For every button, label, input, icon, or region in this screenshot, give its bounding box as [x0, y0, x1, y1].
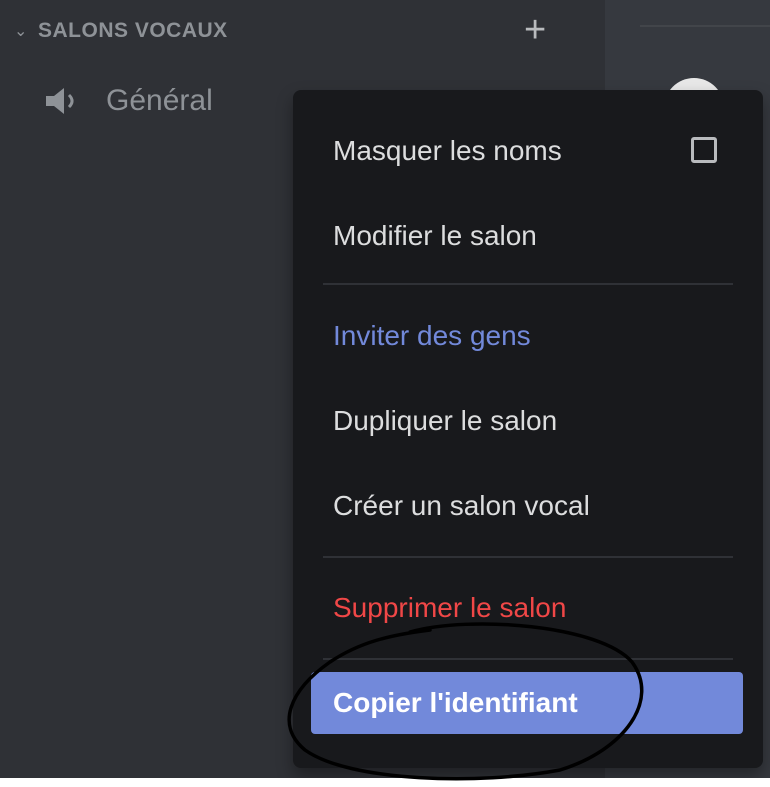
menu-separator: [323, 556, 733, 558]
category-title: SALONS VOCAUX: [38, 19, 228, 42]
menu-item-label: Dupliquer le salon: [333, 405, 558, 436]
menu-item-label: Supprimer le salon: [333, 592, 567, 623]
menu-item-label: Créer un salon vocal: [333, 490, 590, 521]
header-divider: [640, 25, 770, 27]
hide-names-checkbox[interactable]: [691, 137, 717, 163]
menu-item-copy-id[interactable]: Copier l'identifiant: [311, 672, 743, 734]
menu-item-label: Masquer les noms: [333, 135, 562, 166]
menu-item-delete-channel[interactable]: Supprimer le salon: [311, 577, 743, 639]
speaker-icon: [46, 88, 74, 114]
app-window: ⌄ SALONS VOCAUX + Général Masquer les no…: [0, 0, 770, 778]
context-menu: Masquer les noms Modifier le salon Invit…: [293, 90, 763, 768]
menu-item-label: Inviter des gens: [333, 320, 531, 351]
plus-icon[interactable]: +: [524, 10, 546, 50]
menu-item-label: Modifier le salon: [333, 220, 537, 251]
chevron-down-icon[interactable]: ⌄: [14, 21, 38, 41]
menu-item-invite-people[interactable]: Inviter des gens: [311, 305, 743, 367]
voice-category-header[interactable]: ⌄ SALONS VOCAUX +: [14, 10, 574, 50]
menu-separator: [323, 283, 733, 285]
menu-item-hide-names[interactable]: Masquer les noms: [311, 120, 743, 182]
menu-separator: [323, 658, 733, 660]
menu-item-create-voice-channel[interactable]: Créer un salon vocal: [311, 475, 743, 537]
menu-item-label: Copier l'identifiant: [333, 687, 578, 718]
menu-item-duplicate-channel[interactable]: Dupliquer le salon: [311, 390, 743, 452]
menu-item-edit-channel[interactable]: Modifier le salon: [311, 205, 743, 267]
channel-name: Général: [106, 84, 213, 117]
